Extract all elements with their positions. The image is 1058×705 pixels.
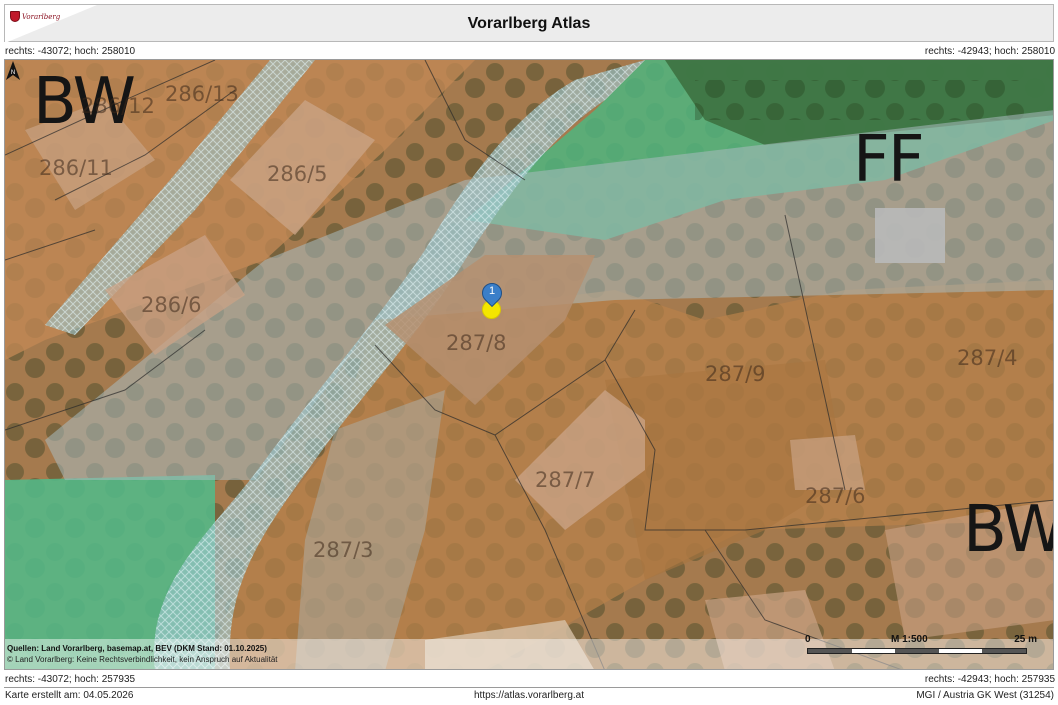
coordinate-bottom-left: rechts: -43072; hoch: 257935: [5, 674, 136, 685]
coordinate-top-right: rechts: -42943; hoch: 258010: [924, 46, 1055, 57]
attribution-disclaimer: © Land Vorarlberg: Keine Rechtsverbindli…: [7, 655, 278, 664]
parcel-label: 286/5: [267, 162, 328, 186]
parcel-label: 287/8: [446, 331, 507, 355]
parcel-label: 287/7: [535, 468, 596, 492]
parcel-label: 286/13: [165, 82, 239, 106]
scale-bar: 0 M 1:500 25 m: [805, 634, 1037, 662]
parcel-label: 287/9: [705, 362, 766, 386]
zone-label-bw-bottom: BW: [963, 493, 1054, 567]
atlas-url[interactable]: https://atlas.vorarlberg.at: [4, 690, 1054, 701]
zone-label-ff: FF: [853, 123, 925, 197]
header-bar: Vorarlberg Vorarlberg Atlas: [4, 4, 1054, 43]
attribution-sources: Quellen: Land Vorarlberg, basemap.at, BE…: [7, 644, 267, 653]
parcel-label: 287/4: [957, 346, 1018, 370]
scale-segment: [851, 649, 896, 653]
scale-bar-segments: [807, 648, 1027, 654]
location-marker[interactable]: 1: [477, 278, 507, 323]
coordinate-reference-system: MGI / Austria GK West (31254): [916, 690, 1054, 701]
page-title: Vorarlberg Atlas: [467, 15, 591, 32]
north-arrow-icon: N: [6, 61, 20, 80]
parcel-label: 286/6: [141, 293, 202, 317]
footer-bar: Karte erstellt am: 04.05.2026 https://at…: [4, 687, 1054, 701]
coordinate-bottom-right: rechts: -42943; hoch: 257935: [924, 674, 1055, 685]
scale-segment: [938, 649, 983, 653]
parcel-label: 287/6: [805, 484, 866, 508]
marker-number: 1: [488, 285, 496, 297]
coordinate-top-left: rechts: -43072; hoch: 258010: [5, 46, 136, 57]
scale-segment: [895, 649, 939, 653]
scale-end-label: 25 m: [1014, 634, 1037, 645]
parcel-label: 286/12: [81, 94, 155, 118]
scale-ratio-label: M 1:500: [891, 634, 928, 645]
svg-text:N: N: [11, 70, 15, 76]
parcel-label: 287/3: [313, 538, 374, 562]
parcel-label: 286/11: [39, 156, 113, 180]
scale-segment: [982, 649, 1026, 653]
scale-segment: [808, 649, 852, 653]
scale-start-label: 0: [805, 634, 811, 645]
map-canvas[interactable]: BW FF BW 286/12 286/13 286/11 286/5 286/…: [4, 59, 1054, 670]
